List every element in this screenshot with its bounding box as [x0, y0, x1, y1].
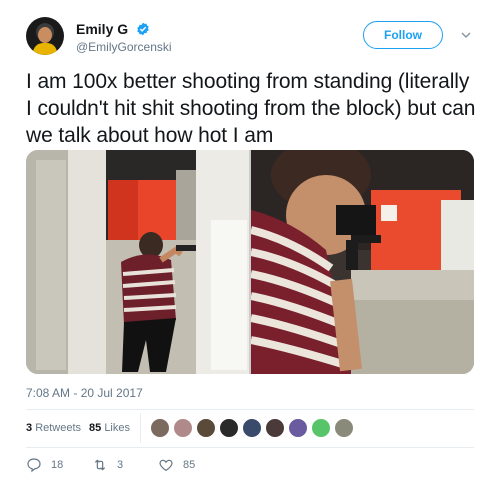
- avatar[interactable]: [26, 17, 64, 55]
- liker-avatar[interactable]: [242, 418, 262, 438]
- retweet-count: 3: [117, 459, 124, 471]
- author-block[interactable]: Emily G @EmilyGorcenski: [76, 20, 172, 56]
- liker-avatar[interactable]: [196, 418, 216, 438]
- liker-avatar[interactable]: [173, 418, 193, 438]
- tweet-header: Emily G @EmilyGorcenski Follow: [26, 17, 478, 57]
- chevron-down-icon[interactable]: [460, 29, 472, 41]
- retweets-count: 3: [26, 422, 33, 434]
- liker-avatar[interactable]: [265, 418, 285, 438]
- liker-avatar[interactable]: [311, 418, 331, 438]
- divider: [26, 409, 474, 410]
- liker-avatar[interactable]: [334, 418, 354, 438]
- likes-count: 85: [89, 422, 102, 434]
- divider: [26, 447, 474, 448]
- display-name[interactable]: Emily G: [76, 20, 128, 38]
- retweet-button[interactable]: 3: [92, 457, 123, 473]
- verified-badge-icon: [136, 22, 149, 36]
- likes-label: Likes: [104, 422, 130, 434]
- like-count: 85: [183, 459, 196, 471]
- likes-stat[interactable]: 85 Likes: [89, 422, 130, 434]
- follow-button[interactable]: Follow: [363, 21, 443, 49]
- reply-button[interactable]: 18: [26, 457, 63, 473]
- liker-avatar[interactable]: [288, 418, 308, 438]
- stats-separator: [140, 413, 141, 443]
- heart-icon: [159, 459, 173, 472]
- tweet-timestamp[interactable]: 7:08 AM - 20 Jul 2017: [26, 386, 143, 400]
- tweet-actions: 18 3 85: [26, 457, 326, 473]
- liker-avatar[interactable]: [219, 418, 239, 438]
- like-button[interactable]: 85: [158, 457, 195, 473]
- liker-avatar[interactable]: [150, 418, 170, 438]
- tweet-media[interactable]: [26, 150, 474, 374]
- retweets-label: Retweets: [35, 422, 82, 434]
- tweet-text: I am 100x better shooting from standing …: [26, 70, 476, 147]
- range-scene-right: [251, 150, 474, 374]
- avatar-face: [38, 27, 52, 43]
- avatar-shirt: [33, 43, 57, 55]
- retweets-stat[interactable]: 3 Retweets: [26, 422, 81, 434]
- user-handle[interactable]: @EmilyGorcenski: [76, 38, 172, 56]
- retweet-icon: [94, 459, 106, 471]
- tweet-stats: 3 Retweets 85 Likes: [26, 413, 474, 443]
- range-scene-left: [26, 150, 249, 374]
- reply-icon: [27, 458, 41, 473]
- media-photo-right[interactable]: [251, 150, 474, 374]
- media-photo-left[interactable]: [26, 150, 249, 374]
- reply-count: 18: [51, 459, 64, 471]
